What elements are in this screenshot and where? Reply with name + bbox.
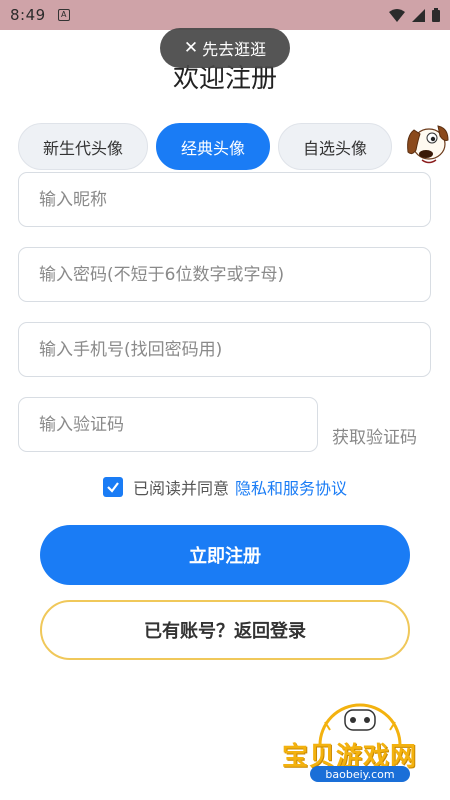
verification-code-input[interactable] — [39, 414, 317, 435]
a-icon: A — [57, 9, 70, 21]
password-input[interactable] — [39, 264, 430, 285]
signal-icon — [412, 8, 425, 22]
close-icon: ✕ — [183, 38, 199, 58]
battery-icon — [432, 8, 440, 22]
agreement-text: 已阅读并同意 — [132, 479, 229, 498]
nickname-input[interactable] — [39, 189, 430, 210]
status-time: 8:49 — [10, 6, 46, 24]
avatar-tabs: 新生代头像 经典头像 自选头像 — [18, 123, 392, 170]
check-icon — [107, 482, 119, 493]
verification-code-field[interactable] — [18, 397, 318, 452]
privacy-policy-link[interactable]: 隐私和服务协议 — [235, 475, 347, 499]
get-code-button[interactable]: 获取验证码 — [332, 423, 417, 448]
wifi-icon — [389, 8, 405, 22]
status-bar: 8:49 A — [0, 0, 450, 30]
register-button[interactable]: 立即注册 — [40, 525, 410, 585]
nickname-field[interactable] — [18, 172, 431, 227]
agreement-checkbox[interactable] — [102, 477, 123, 497]
skip-label: 先去逛逛 — [202, 40, 267, 59]
phone-field[interactable] — [18, 322, 431, 377]
agreement-row: 已阅读并同意 隐私和服务协议 — [0, 475, 450, 499]
dog-avatar-icon[interactable] — [402, 116, 450, 168]
status-icons — [389, 8, 440, 22]
watermark-url: baobeiy.com — [310, 766, 410, 782]
tab-classic-avatar[interactable]: 经典头像 — [156, 123, 270, 170]
tab-custom-avatar[interactable]: 自选头像 — [278, 123, 392, 170]
back-to-login-button[interactable]: 已有账号？返回登录 — [40, 600, 410, 660]
tab-new-generation-avatar[interactable]: 新生代头像 — [18, 123, 148, 170]
phone-input[interactable] — [39, 339, 430, 360]
password-field[interactable] — [18, 247, 431, 302]
skip-button[interactable]: ✕ 先去逛逛 — [160, 28, 290, 68]
